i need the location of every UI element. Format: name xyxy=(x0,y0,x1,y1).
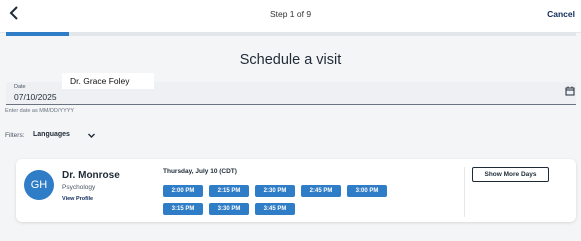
cancel-button[interactable]: Cancel xyxy=(547,9,575,19)
time-slot[interactable]: 3:45 PM xyxy=(255,203,295,215)
date-field-value[interactable]: 07/10/2025 xyxy=(14,92,57,102)
show-more-days-button[interactable]: Show More Days xyxy=(472,167,549,182)
page-title: Schedule a visit xyxy=(239,52,342,68)
avatar: GH xyxy=(24,170,54,200)
calendar-icon[interactable] xyxy=(565,86,575,96)
date-field-label: Date xyxy=(14,84,26,90)
step-indicator: Step 1 of 9 xyxy=(269,9,312,19)
time-slot[interactable]: 3:30 PM xyxy=(209,203,249,215)
provider-tooltip: Dr. Grace Foley xyxy=(62,73,154,89)
progress-bar xyxy=(6,32,576,36)
time-slot[interactable]: 3:00 PM xyxy=(347,185,387,197)
date-field-hint: Enter date as MM/DD/YYYY xyxy=(5,108,75,114)
time-slot[interactable]: 2:15 PM xyxy=(209,185,249,197)
view-profile-link[interactable]: View Profile xyxy=(62,196,93,202)
time-slot[interactable]: 2:30 PM xyxy=(255,185,295,197)
chevron-down-icon[interactable] xyxy=(87,131,96,140)
card-divider xyxy=(464,167,465,217)
languages-filter-button[interactable]: Languages xyxy=(33,131,70,138)
provider-name: Dr. Monrose xyxy=(62,170,120,181)
time-slot[interactable]: 2:00 PM xyxy=(163,185,203,197)
time-slot[interactable]: 2:45 PM xyxy=(301,185,341,197)
availability-day-label: Thursday, July 10 (CDT) xyxy=(163,168,237,175)
filters-label: Filters: xyxy=(5,132,25,139)
provider-specialty: Psychology xyxy=(62,184,96,191)
time-slot[interactable]: 3:15 PM xyxy=(163,203,203,215)
progress-bar-fill xyxy=(6,32,70,36)
top-bar: Step 1 of 9 Cancel xyxy=(0,0,581,33)
